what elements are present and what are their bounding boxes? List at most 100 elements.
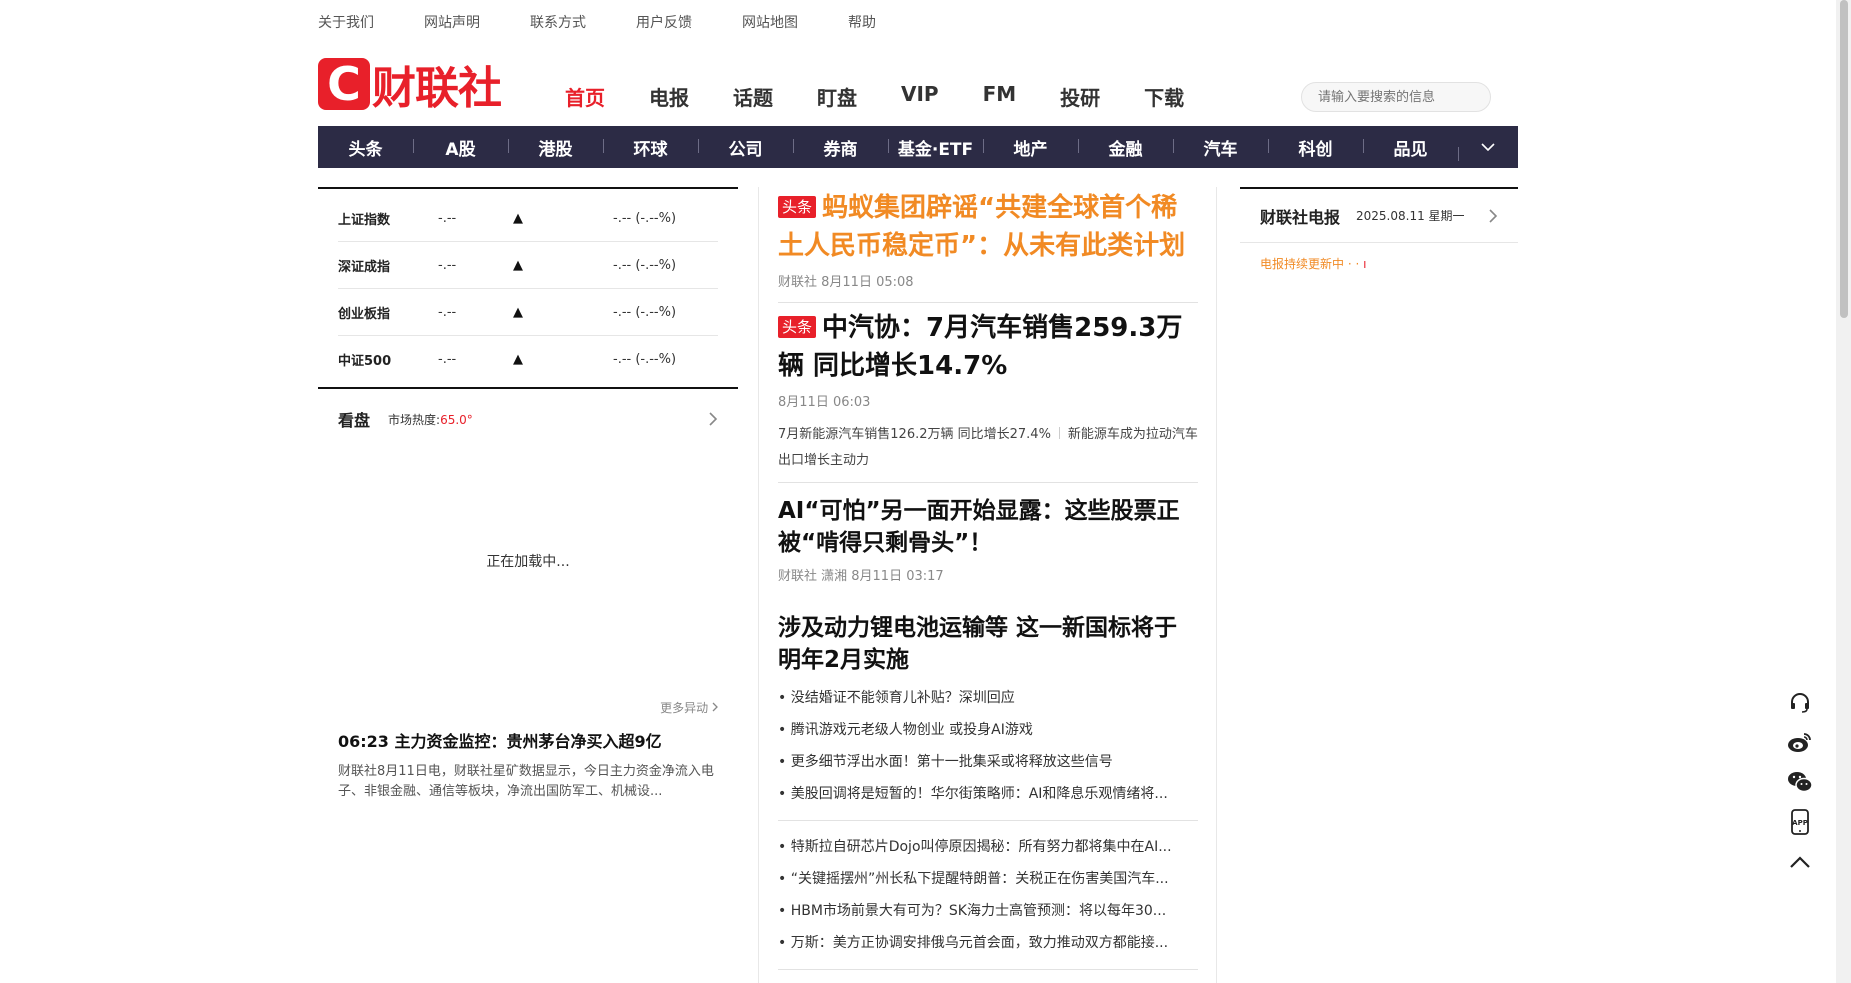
- list-item[interactable]: • 特斯拉自研芯片Dojo叫停原因揭秘：所有努力都将集中在AI...: [778, 831, 1198, 863]
- more-moves-label: 更多异动: [660, 701, 709, 715]
- list-item[interactable]: • 万斯：美方正协调安排俄乌元首会面，致力推动双方都能接...: [778, 927, 1198, 959]
- weibo-icon[interactable]: [1786, 728, 1814, 756]
- up-arrow-icon: ▲: [513, 210, 523, 226]
- nav-home[interactable]: 首页: [565, 82, 605, 111]
- divider: [778, 969, 1198, 970]
- index-row[interactable]: 中证500 -.-- ▲ -.-- (-.--%): [338, 336, 718, 383]
- channel-a-share[interactable]: A股: [413, 135, 508, 160]
- index-row[interactable]: 上证指数 -.-- ▲ -.-- (-.--%): [338, 195, 718, 242]
- top-link-help[interactable]: 帮助: [848, 12, 876, 32]
- nav-research[interactable]: 投研: [1060, 82, 1100, 111]
- article-1[interactable]: 头条 蚂蚁集团辟谣“共建全球首个稀土人民币稳定币”：从未有此类计划 财联社 8月1…: [778, 187, 1198, 290]
- top-link-about[interactable]: 关于我们: [318, 12, 374, 32]
- channel-hk-stock[interactable]: 港股: [508, 135, 603, 160]
- channel-broker[interactable]: 券商: [793, 135, 888, 160]
- headline-2-text[interactable]: 中汽协：7月汽车销售259.3万辆 同比增长14.7%: [778, 313, 1182, 381]
- channel-fund-etf[interactable]: 基金·ETF: [888, 135, 983, 160]
- related-links: 7月新能源汽车销售126.2万辆 同比增长27.4% 新能源车成为拉动汽车出口增长…: [778, 422, 1198, 474]
- index-row[interactable]: 深证成指 -.-- ▲ -.-- (-.--%): [338, 242, 718, 289]
- headline-tag: 头条: [778, 316, 817, 338]
- column-divider: [1216, 187, 1217, 983]
- article-3[interactable]: AI“可怕”另一面开始显露：这些股票正被“啃得只剩骨头”！ 财联社 潇湘 8月1…: [778, 483, 1198, 584]
- headline-1: 头条 蚂蚁集团辟谣“共建全球首个稀土人民币稳定币”：从未有此类计划: [778, 189, 1198, 265]
- headline-1-text[interactable]: 蚂蚁集团辟谣“共建全球首个稀土人民币稳定币”：从未有此类计划: [778, 193, 1185, 261]
- up-arrow-icon: ▲: [513, 352, 523, 367]
- telegraph-header[interactable]: 财联社电报 2025.08.11 星期一: [1240, 189, 1518, 243]
- channel-bar: 头条 A股 港股 环球 公司 券商 基金·ETF 地产 金融 汽车 科创 品见: [318, 126, 1518, 168]
- loading-text: 正在加载中...: [486, 554, 570, 570]
- headline-4[interactable]: 涉及动力锂电池运输等 这一新国标将于明年2月实施: [778, 612, 1198, 676]
- nav-topics[interactable]: 话题: [733, 82, 773, 111]
- index-name: 深证成指: [338, 259, 391, 275]
- headline-2: 头条 中汽协：7月汽车销售259.3万辆 同比增长14.7%: [778, 309, 1198, 385]
- index-name: 上证指数: [338, 212, 391, 228]
- index-value: -.--: [438, 210, 457, 226]
- top-link-contact[interactable]: 联系方式: [530, 12, 586, 32]
- kanpan-header[interactable]: 看盘 市场热度:65.0°: [318, 389, 738, 431]
- up-arrow-icon: ▲: [513, 304, 523, 320]
- related-link[interactable]: 7月新能源汽车销售126.2万辆 同比增长27.4%: [778, 427, 1051, 442]
- channel-auto[interactable]: 汽车: [1173, 135, 1268, 160]
- main-nav: 首页 电报 话题 盯盘 VIP FM 投研 下载: [565, 82, 1228, 111]
- nav-download[interactable]: 下载: [1144, 82, 1184, 111]
- channel-more-button[interactable]: [1458, 143, 1518, 161]
- index-name: 创业板指: [338, 306, 391, 322]
- channel-finance[interactable]: 金融: [1078, 135, 1173, 160]
- list-item[interactable]: • “关键摇摆州”州长私下提醒特朗普：关税正在伤害美国汽车...: [778, 863, 1198, 895]
- index-change: -.-- (-.--%): [613, 304, 677, 320]
- market-heat-value: 65.0°: [440, 412, 473, 427]
- more-moves-link[interactable]: 更多异动: [318, 699, 738, 716]
- search-input[interactable]: [1301, 82, 1491, 112]
- app-icon[interactable]: APP: [1786, 808, 1814, 836]
- channel-global[interactable]: 环球: [603, 135, 698, 160]
- top-link-statement[interactable]: 网站声明: [424, 12, 480, 32]
- headline-3[interactable]: AI“可怕”另一面开始显露：这些股票正被“啃得只剩骨头”！: [778, 495, 1198, 559]
- list-item[interactable]: • 更多细节浮出水面！第十一批集采或将释放这些信号: [778, 746, 1198, 778]
- channel-company[interactable]: 公司: [698, 135, 793, 160]
- back-to-top-icon[interactable]: [1786, 848, 1814, 876]
- nav-fm[interactable]: FM: [983, 82, 1017, 111]
- channel-tech[interactable]: 科创: [1268, 135, 1363, 160]
- index-name: 中证500: [338, 354, 392, 369]
- article-meta: 财联社 8月11日 05:08: [778, 275, 914, 290]
- market-heat: 市场热度:65.0°: [388, 411, 473, 428]
- index-change: -.-- (-.--%): [613, 352, 677, 367]
- headset-icon[interactable]: [1786, 688, 1814, 716]
- site-logo[interactable]: C 财联社: [318, 58, 516, 114]
- telegraph-date: 2025.08.11 星期一: [1356, 209, 1465, 223]
- nav-watch[interactable]: 盯盘: [817, 82, 857, 111]
- article-4[interactable]: 涉及动力锂电池运输等 这一新国标将于明年2月实施: [778, 584, 1198, 676]
- index-row[interactable]: 创业板指 -.-- ▲ -.-- (-.--%): [338, 289, 718, 336]
- news-list-b: • 特斯拉自研芯片Dojo叫停原因揭秘：所有努力都将集中在AI... • “关键…: [778, 821, 1198, 959]
- nav-telegraph[interactable]: 电报: [649, 82, 689, 111]
- flash-body[interactable]: 财联社8月11日电，财联社星矿数据显示，今日主力资金净流入电子、非银金融、通信等…: [318, 752, 738, 802]
- channel-real-estate[interactable]: 地产: [983, 135, 1078, 160]
- logo-text: 财联社: [372, 63, 502, 114]
- flash-title[interactable]: 06:23 主力资金监控：贵州茅台净买入超9亿: [318, 716, 738, 752]
- channel-headline[interactable]: 头条: [318, 135, 413, 160]
- left-column: 上证指数 -.-- ▲ -.-- (-.--%) 深证成指 -.-- ▲ -.-…: [318, 187, 738, 802]
- wechat-icon[interactable]: [1786, 768, 1814, 796]
- index-change: -.-- (-.--%): [613, 257, 677, 273]
- top-link-feedback[interactable]: 用户反馈: [636, 12, 692, 32]
- list-item[interactable]: • 腾讯游戏元老级人物创业 或投身AI游戏: [778, 714, 1198, 746]
- right-column: 财联社电报 2025.08.11 星期一 电报持续更新中 · · ı: [1240, 187, 1518, 272]
- chevron-down-icon: [1481, 143, 1495, 151]
- logo-mark: C: [318, 58, 370, 110]
- kanpan-title: 看盘: [338, 411, 371, 430]
- nav-vip[interactable]: VIP: [901, 82, 939, 111]
- list-item[interactable]: • HBM市场前景大有可为？SK海力士高管预测：将以每年30...: [778, 895, 1198, 927]
- article-2[interactable]: 头条 中汽协：7月汽车销售259.3万辆 同比增长14.7% 8月11日 06:0…: [778, 303, 1198, 474]
- list-item[interactable]: • 没结婚证不能领育儿补贴？深圳回应: [778, 682, 1198, 714]
- index-panel: 上证指数 -.-- ▲ -.-- (-.--%) 深证成指 -.-- ▲ -.-…: [318, 187, 738, 389]
- column-divider: [758, 187, 759, 983]
- chevron-right-icon[interactable]: [709, 412, 718, 426]
- scrollbar-thumb[interactable]: [1840, 0, 1848, 318]
- top-link-sitemap[interactable]: 网站地图: [742, 12, 798, 32]
- chevron-right-icon[interactable]: [1489, 208, 1498, 223]
- top-links: 关于我们 网站声明 联系方式 用户反馈 网站地图 帮助: [318, 12, 926, 32]
- channel-pinjian[interactable]: 品见: [1363, 135, 1458, 160]
- loading-dots-icon: · · ı: [1347, 257, 1367, 271]
- list-item[interactable]: • 美股回调将是短暂的！华尔街策略师：AI和降息乐观情绪将...: [778, 778, 1198, 810]
- headline-tag: 头条: [778, 196, 817, 218]
